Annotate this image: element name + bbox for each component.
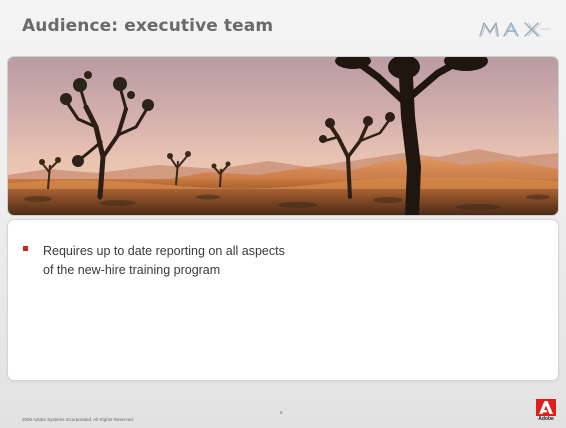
- slide: Audience: executive team Requires up to …: [0, 0, 566, 428]
- content-panel: Requires up to date reporting on all asp…: [8, 220, 558, 380]
- page-number: 9: [280, 410, 283, 415]
- bullet-list: Requires up to date reporting on all asp…: [22, 240, 293, 278]
- bullet-item: Requires up to date reporting on all asp…: [22, 240, 293, 278]
- bullet-text: Requires up to date reporting on all asp…: [43, 244, 285, 277]
- max-logo: [479, 22, 551, 37]
- slide-title: Audience: executive team: [22, 16, 274, 36]
- desert-banner-image: [8, 57, 558, 215]
- bullet-marker-icon: [23, 246, 28, 251]
- adobe-logo: Adobe: [536, 399, 556, 422]
- adobe-logo-icon: [536, 399, 556, 416]
- adobe-wordmark: Adobe: [538, 416, 554, 422]
- footer-copyright: 2006 Adobe Systems Incorporated. All Rig…: [22, 417, 135, 422]
